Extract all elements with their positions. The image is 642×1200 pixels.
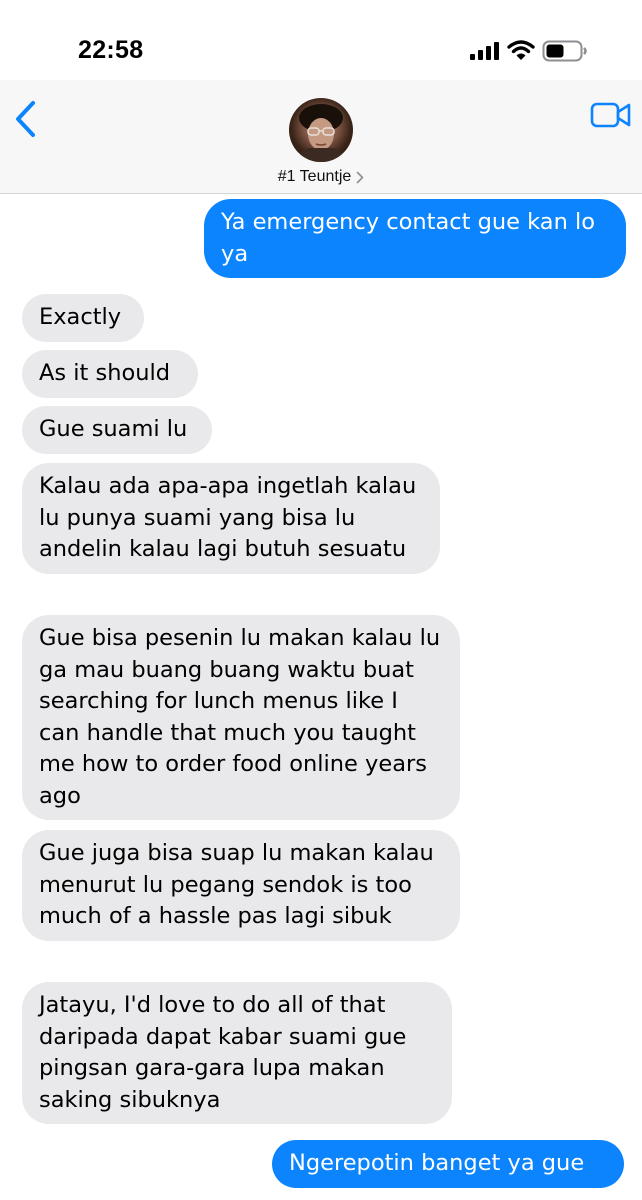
avatar[interactable] [289, 98, 353, 162]
facetime-video-button[interactable] [590, 100, 632, 130]
status-bar: 22:58 [0, 0, 642, 80]
incoming-message[interactable]: Exactly [22, 294, 144, 342]
contact-name-button[interactable]: #1 Teuntje [0, 166, 642, 188]
messages-screen: 22:58 #1 Teuntje Ya emergency contact gu… [0, 0, 642, 1200]
outgoing-message[interactable]: Ngerepotin banget ya gue [272, 1140, 624, 1188]
incoming-message[interactable]: Jatayu, I'd love to do all of that darip… [22, 982, 452, 1124]
chevron-right-icon [356, 171, 364, 183]
signal-icon [470, 42, 499, 60]
video-camera-icon [590, 102, 631, 128]
incoming-message[interactable]: As it should [22, 350, 198, 398]
conversation-header: #1 Teuntje [0, 80, 642, 194]
avatar-photo [297, 104, 345, 162]
message-list[interactable]: Ya emergency contact gue kan lo ya Exact… [0, 195, 642, 1200]
outgoing-message[interactable]: Ya emergency contact gue kan lo ya [204, 199, 626, 278]
battery-icon [542, 40, 587, 62]
contact-name: #1 Teuntje [277, 168, 352, 185]
back-button[interactable] [6, 96, 44, 142]
incoming-message[interactable]: Kalau ada apa-apa ingetlah kalau lu puny… [22, 463, 440, 574]
incoming-message[interactable]: Gue juga bisa suap lu makan kalau menuru… [22, 830, 460, 941]
status-time: 22:58 [78, 36, 144, 64]
wifi-icon [507, 40, 535, 60]
back-chevron-icon [16, 101, 35, 137]
incoming-message[interactable]: Gue bisa pesenin lu makan kalau lu ga ma… [22, 615, 460, 820]
incoming-message[interactable]: Gue suami lu [22, 406, 212, 454]
